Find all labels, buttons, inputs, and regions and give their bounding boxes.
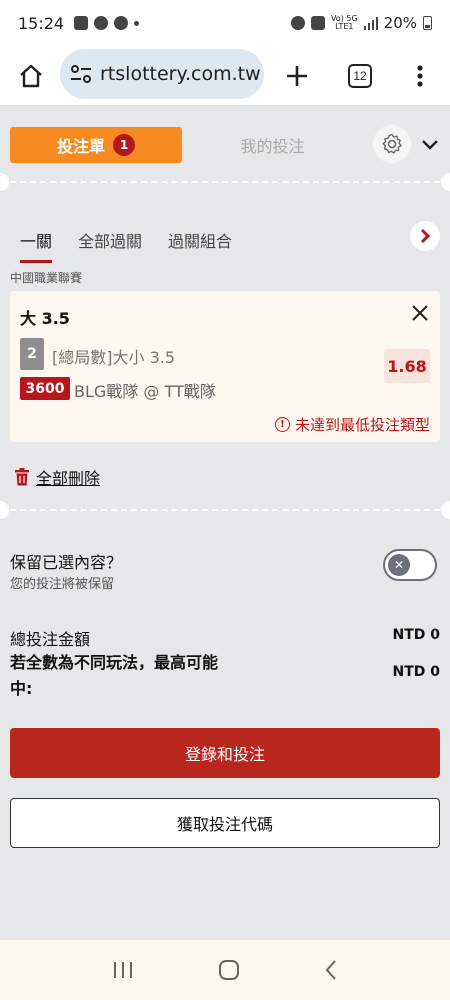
chevron-right-icon bbox=[420, 229, 431, 243]
delete-all-button[interactable]: 全部刪除 bbox=[14, 465, 100, 489]
battery-percent: 20% bbox=[383, 14, 417, 32]
gear-icon bbox=[382, 133, 402, 154]
login-and-bet-button[interactable]: 登錄和投注 bbox=[10, 728, 440, 778]
plus-icon bbox=[287, 65, 307, 86]
keep-selections-toggle[interactable]: ✕ bbox=[383, 549, 437, 581]
line-notification-icon bbox=[114, 16, 129, 30]
bet-number-badge: 2 bbox=[20, 338, 44, 370]
tab-switcher-button[interactable]: 12 bbox=[343, 59, 377, 93]
url-text[interactable]: rtslottery.com.tw bbox=[100, 63, 261, 85]
more-notifications-dot-icon bbox=[134, 20, 140, 26]
new-tab-button[interactable] bbox=[280, 59, 314, 93]
league-name: 中國職業聯賽 bbox=[10, 271, 83, 285]
settings-button[interactable] bbox=[373, 125, 411, 163]
selection-title: 大 3.5 bbox=[20, 309, 70, 328]
back-icon[interactable] bbox=[324, 959, 338, 981]
warning-icon: ! bbox=[274, 417, 290, 432]
tab-parlay-combo[interactable]: 過關組合 bbox=[168, 228, 232, 252]
total-stake-value: NTD 0 bbox=[392, 627, 440, 643]
match-name: BLG戰隊 @ TT戰隊 bbox=[74, 382, 216, 401]
status-bar: 15:24 Vo) 5G LTE1 20% bbox=[0, 0, 450, 46]
home-icon bbox=[20, 64, 42, 87]
tab-count: 12 bbox=[348, 63, 372, 88]
close-icon bbox=[412, 305, 428, 321]
next-tabs-button[interactable] bbox=[410, 221, 440, 251]
trash-icon bbox=[15, 468, 29, 486]
get-bet-code-button[interactable]: 獲取投注代碼 bbox=[10, 798, 440, 848]
gallery-notification-icon bbox=[74, 16, 89, 30]
ticket-divider bbox=[0, 173, 450, 191]
battery-icon bbox=[423, 16, 432, 30]
betslip-count-badge: 1 bbox=[113, 134, 135, 156]
tab-betslip[interactable]: 投注單 1 bbox=[10, 127, 182, 163]
network-type: Vo) 5G LTE1 bbox=[330, 14, 358, 31]
home-nav-icon[interactable] bbox=[218, 959, 240, 981]
system-nav-bar bbox=[0, 940, 450, 1000]
signal-icon bbox=[363, 17, 378, 30]
chrome-notification-icon bbox=[94, 16, 109, 30]
market-name: [總局數]大小 3.5 bbox=[52, 348, 176, 367]
total-stake-label: 總投注金額 bbox=[10, 630, 91, 649]
browser-toolbar: rtslottery.com.tw 12 bbox=[0, 46, 450, 106]
alarm-icon bbox=[290, 16, 305, 30]
toggle-off-icon: ✕ bbox=[388, 554, 410, 576]
remove-bet-button[interactable] bbox=[410, 303, 430, 323]
keep-selections-subtitle: 您的投注將被保留 bbox=[10, 577, 115, 592]
potential-win-label: 若全數為不同玩法，最高可能中: bbox=[10, 653, 219, 698]
home-button[interactable] bbox=[14, 59, 48, 93]
bet-slip: 投注單 1 我的投注 一關 全部過關 過關組合 中國職業聯賽 大 3.5 2 [… bbox=[0, 107, 450, 940]
keep-selections-title: 保留已選內容？ bbox=[10, 553, 123, 572]
browser-menu-button[interactable] bbox=[403, 59, 437, 93]
address-bar[interactable]: rtslottery.com.tw bbox=[60, 49, 264, 99]
odds-value: 1.68 bbox=[384, 349, 430, 383]
potential-win-value: NTD 0 bbox=[392, 664, 440, 680]
tab-betslip-label: 投注單 bbox=[56, 137, 105, 156]
clock: 15:24 bbox=[18, 13, 65, 33]
delete-all-label: 全部刪除 bbox=[36, 469, 101, 488]
more-vert-icon bbox=[417, 64, 423, 87]
chevron-down-icon bbox=[422, 140, 438, 150]
ticket-divider bbox=[0, 501, 450, 519]
site-settings-icon[interactable] bbox=[70, 64, 92, 84]
mute-icon bbox=[310, 16, 325, 30]
bet-type-tabs: 一關 全部過關 過關組合 bbox=[20, 225, 430, 263]
collapse-button[interactable] bbox=[418, 133, 442, 157]
slip-header: 投注單 1 我的投注 bbox=[10, 125, 442, 163]
recent-apps-icon[interactable] bbox=[112, 960, 134, 980]
tab-single[interactable]: 一關 bbox=[20, 228, 53, 263]
game-code-badge: 3600 bbox=[20, 377, 70, 400]
tab-all-parlay[interactable]: 全部過關 bbox=[78, 228, 142, 252]
min-bet-warning: ! 未達到最低投注類型 bbox=[274, 414, 430, 435]
warning-text: 未達到最低投注類型 bbox=[294, 416, 430, 434]
bet-card: 大 3.5 2 [總局數]大小 3.5 1.68 3600 BLG戰隊 @ TT… bbox=[10, 291, 440, 442]
tab-my-bets[interactable]: 我的投注 bbox=[210, 133, 335, 157]
